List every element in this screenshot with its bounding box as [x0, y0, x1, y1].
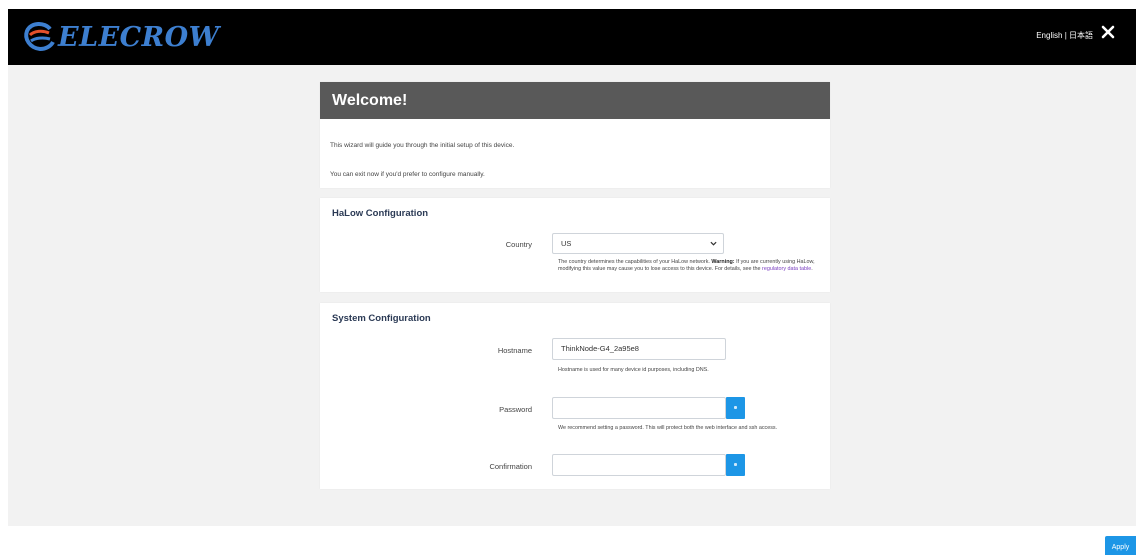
- elecrow-logo: ELECROW: [22, 17, 219, 57]
- password-label: Password: [499, 405, 532, 414]
- country-label: Country: [505, 240, 532, 249]
- hostname-label: Hostname: [497, 346, 532, 355]
- confirmation-label: Confirmation: [489, 462, 532, 471]
- regulatory-table-link[interactable]: regulatory data table: [762, 266, 811, 272]
- password-help: We recommend setting a password. This wi…: [558, 425, 778, 431]
- hostname-input[interactable]: ThinkNode-G4_2a95e8: [552, 338, 726, 360]
- password-reveal-button[interactable]: [726, 397, 745, 419]
- chevron-down-icon: [710, 241, 717, 246]
- reveal-dot-icon: [734, 463, 737, 466]
- system-config-card: System Configuration Hostname ThinkNode-…: [320, 303, 830, 489]
- country-selected-value: US: [561, 239, 572, 248]
- lang-english[interactable]: English: [1036, 31, 1062, 40]
- apply-button[interactable]: Apply: [1105, 536, 1136, 555]
- country-help-end: .: [811, 265, 813, 272]
- halow-section-title: HaLow Configuration: [332, 208, 429, 219]
- close-icon[interactable]: [1100, 24, 1116, 40]
- country-select[interactable]: US: [552, 233, 724, 254]
- password-input[interactable]: [552, 397, 726, 419]
- welcome-title: Welcome!: [320, 82, 830, 119]
- reveal-dot-icon: [734, 406, 737, 409]
- system-section-title: System Configuration: [332, 313, 431, 324]
- confirmation-reveal-button[interactable]: [726, 454, 745, 476]
- confirmation-input[interactable]: [552, 454, 726, 476]
- halow-config-card: HaLow Configuration Country US The count…: [320, 198, 830, 292]
- welcome-card: Welcome! This wizard will guide you thro…: [320, 82, 830, 188]
- brand-name: ELECROW: [58, 21, 220, 53]
- welcome-line-2: You can exit now if you'd prefer to conf…: [330, 171, 485, 178]
- top-bar: ELECROW English | 日本語: [8, 9, 1136, 65]
- country-help: The country determines the capabilities …: [558, 259, 828, 272]
- hostname-help: Hostname is used for many device id purp…: [558, 367, 709, 373]
- country-help-text: The country determines the capabilities …: [558, 259, 712, 265]
- welcome-line-1: This wizard will guide you through the i…: [330, 142, 515, 149]
- setup-wizard-frame: ELECROW English | 日本語 Welcome! This wiza…: [8, 9, 1136, 526]
- elecrow-logo-icon: [24, 22, 55, 52]
- country-help-warning: Warning:: [711, 259, 735, 265]
- lang-japanese[interactable]: 日本語: [1069, 31, 1093, 40]
- language-switcher: English | 日本語: [1036, 30, 1093, 41]
